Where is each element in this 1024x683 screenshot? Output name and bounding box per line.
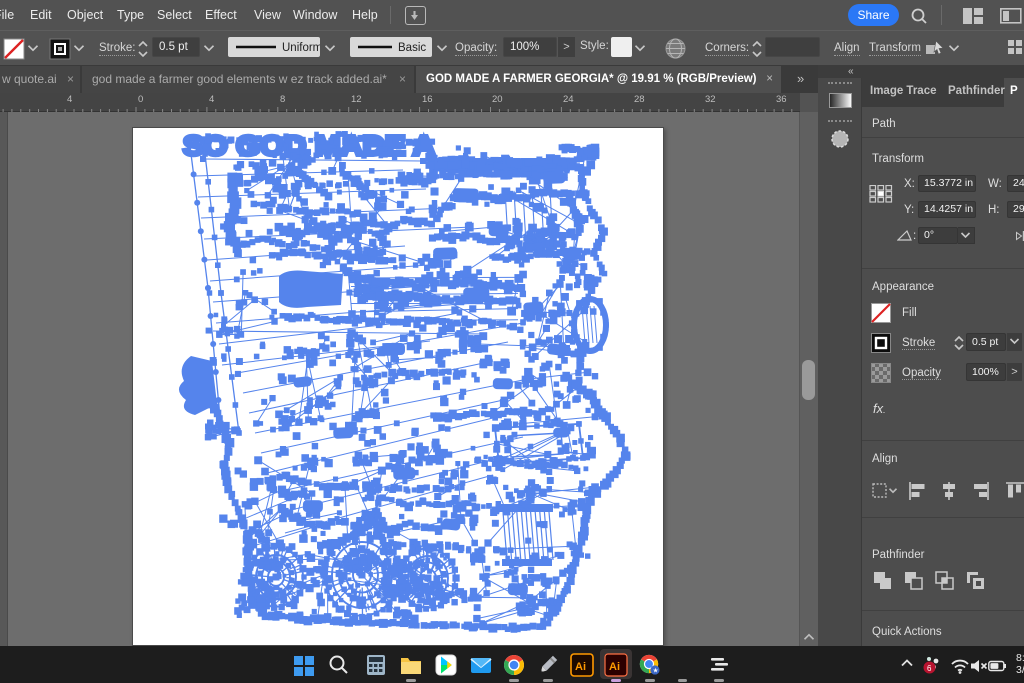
svg-text:16: 16 bbox=[422, 94, 433, 105]
svg-text:Basic: Basic bbox=[398, 42, 426, 54]
svg-text:Uniform: Uniform bbox=[282, 42, 320, 54]
svg-text:28: 28 bbox=[634, 94, 645, 105]
svg-text:24: 24 bbox=[563, 94, 574, 105]
svg-text:20: 20 bbox=[492, 94, 503, 105]
svg-text:32: 32 bbox=[705, 94, 716, 105]
svg-text:12: 12 bbox=[351, 94, 362, 105]
svg-text:Ai: Ai bbox=[609, 661, 620, 673]
svg-text:4: 4 bbox=[209, 94, 214, 105]
svg-text:6: 6 bbox=[927, 664, 932, 673]
svg-text:0: 0 bbox=[138, 94, 143, 105]
svg-text:4: 4 bbox=[67, 94, 72, 105]
svg-text:Ai: Ai bbox=[575, 661, 586, 673]
svg-text:36: 36 bbox=[776, 94, 787, 105]
svg-text:★: ★ bbox=[653, 667, 659, 674]
svg-text:8: 8 bbox=[280, 94, 285, 105]
